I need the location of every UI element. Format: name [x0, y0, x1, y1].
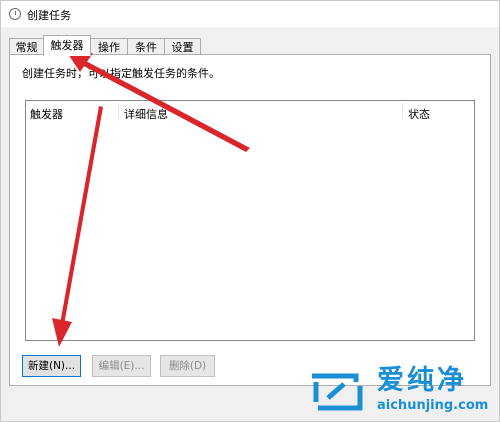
tab-triggers[interactable]: 触发器	[43, 35, 91, 56]
brand-logo-icon	[312, 373, 363, 411]
window-title: 创建任务	[27, 9, 71, 22]
edit-trigger-button[interactable]: 编辑(E)...	[92, 355, 151, 377]
new-trigger-button[interactable]: 新建(N)...	[22, 355, 81, 377]
watermark-brand-url: aichunjing.com	[377, 398, 489, 413]
column-header-status[interactable]: 状态	[408, 106, 430, 122]
watermark-brand-cn: 爱纯净	[377, 365, 467, 396]
tab-actions[interactable]: 操作	[90, 38, 128, 55]
column-header-details[interactable]: 详细信息	[124, 106, 168, 122]
column-header-trigger[interactable]: 触发器	[30, 106, 63, 122]
tab-general[interactable]: 常规	[9, 38, 44, 55]
column-separator[interactable]	[118, 103, 119, 119]
tab-conditions[interactable]: 条件	[127, 38, 165, 55]
watermark: 爱纯净 aichunjing.com	[305, 362, 498, 420]
column-separator[interactable]	[402, 103, 403, 119]
triggers-list[interactable]: 触发器 详细信息 状态	[25, 100, 475, 341]
triggers-panel: 创建任务时，可以指定触发任务的条件。 触发器 详细信息 状态 新建(N)... …	[9, 54, 491, 386]
panel-description: 创建任务时，可以指定触发任务的条件。	[22, 67, 220, 80]
delete-trigger-button[interactable]: 删除(D)	[160, 355, 215, 377]
create-task-window: 创建任务 常规 触发器 操作 条件 设置 创建任务时，可以指定触发任务的条件。 …	[0, 0, 500, 422]
tab-settings[interactable]: 设置	[164, 38, 201, 55]
task-scheduler-icon	[9, 8, 21, 20]
title-bar: 创建任务	[1, 1, 499, 27]
